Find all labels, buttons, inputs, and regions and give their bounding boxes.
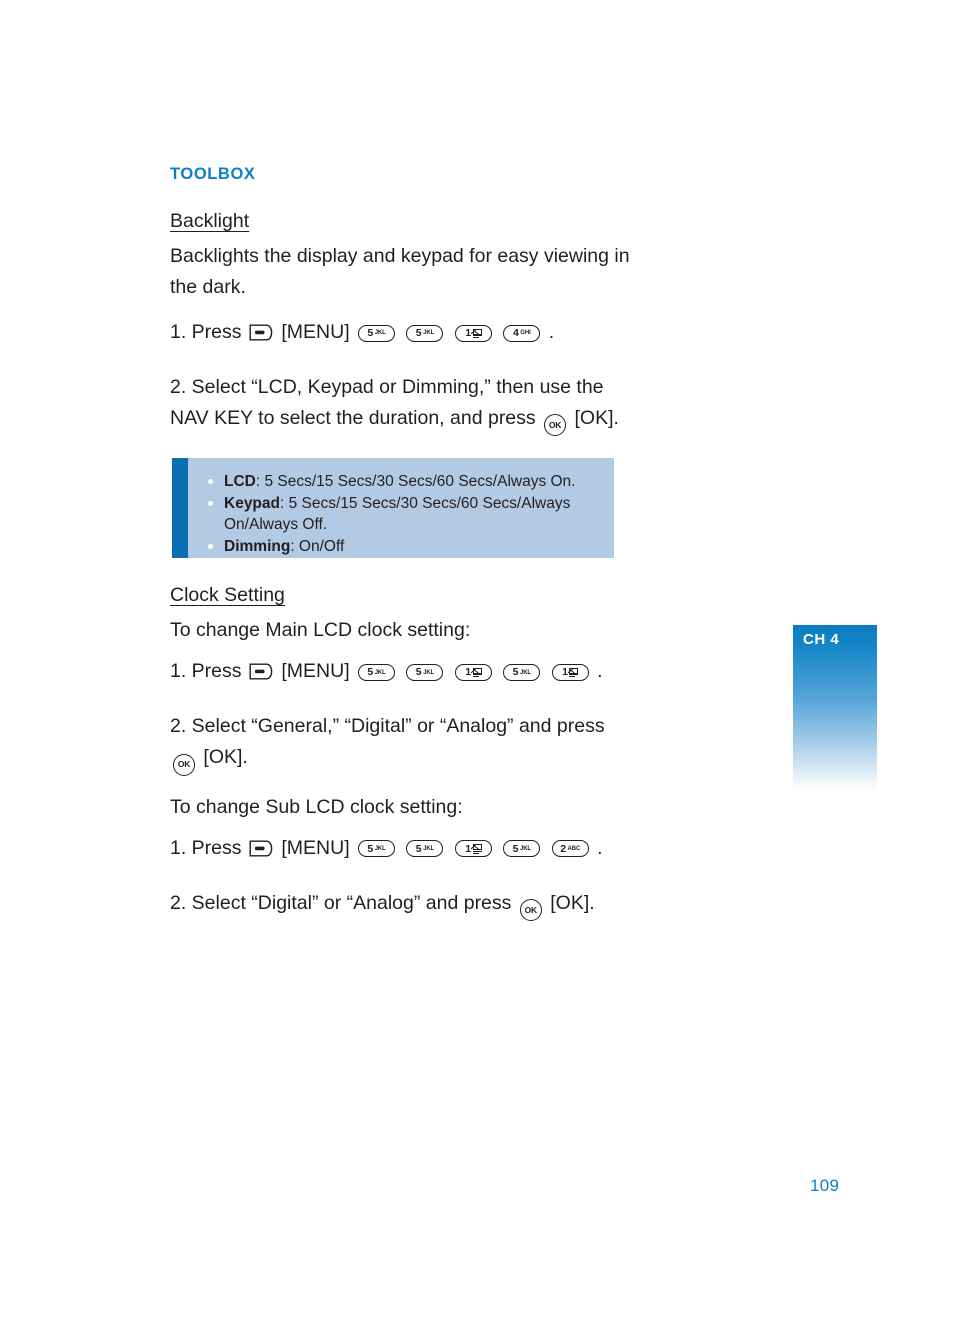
chapter-tab: CH 4 — [793, 625, 877, 790]
keypad-sequence: 5 JKL 5 JKL 1 5 JKL 1 — [355, 660, 597, 682]
callout-list: LCD: 5 Secs/15 Secs/30 Secs/60 Secs/Alwa… — [204, 471, 600, 557]
manual-page: TOOLBOX Backlight Backlights the display… — [0, 0, 954, 1334]
step-suffix: . — [548, 321, 555, 343]
step-suffix: . — [597, 836, 603, 859]
key-2-abc-icon: 2 ABC — [551, 840, 589, 858]
softkey-label: [MENU] — [281, 321, 350, 343]
sub-lcd-intro: To change Sub LCD clock setting: — [170, 795, 463, 818]
callout-body: LCD: 5 Secs/15 Secs/30 Secs/60 Secs/Alwa… — [188, 458, 614, 558]
page-number: 109 — [810, 1176, 840, 1195]
key-ok-icon: OK — [519, 898, 542, 921]
sub-lcd-step-2: 2. Select “Digital” or “Analog” and pres… — [170, 888, 630, 921]
keypad-sequence: 5 JKL 5 JKL 1 5 JKL 2 ABC — [355, 837, 597, 859]
step-prefix: 1. Press — [170, 660, 242, 683]
key-5-jkl-icon: 5 JKL — [406, 664, 444, 681]
key-5-jkl-icon: 5 JKL — [503, 664, 541, 681]
step-text-before: 2. Select “Digital” or “Analog” and pres… — [170, 891, 512, 914]
step-text-after: [OK]. — [203, 746, 248, 769]
softkey-label: [MENU] — [281, 836, 350, 859]
key-5-jkl-icon: 5 JKL — [358, 840, 396, 858]
callout-item-label: LCD — [224, 473, 256, 490]
clock-setting-heading: Clock Setting — [170, 584, 285, 607]
softkey-label: [MENU] — [281, 660, 350, 683]
step-suffix: . — [597, 660, 603, 683]
callout-item-label: Dimming — [224, 537, 291, 555]
note-callout: LCD: 5 Secs/15 Secs/30 Secs/60 Secs/Alwa… — [172, 458, 614, 558]
key-5-jkl-icon: 5 JKL — [406, 324, 444, 342]
main-lcd-step-1: 1. Press [MENU] 5 JKL 5 JKL 1 5 JKL 1 . — [170, 656, 630, 687]
step-text-before: 2. Select “LCD, Keypad or Dimming,” then… — [170, 376, 604, 429]
backlight-step-1: 1. Press [MENU] 5 JKL 5 JKL 1 4 GHI . — [170, 317, 630, 348]
callout-item-label: Keypad — [224, 494, 280, 512]
callout-accent-bar — [172, 458, 188, 558]
key-4-ghi-icon: 4 GHI — [503, 324, 541, 342]
key-5-jkl-icon: 5 JKL — [406, 840, 444, 858]
keypad-sequence: 5 JKL 5 JKL 1 4 GHI — [355, 321, 549, 343]
key-5-jkl-icon: 5 JKL — [358, 664, 396, 681]
backlight-description: Backlights the display and keypad for ea… — [170, 245, 630, 298]
main-lcd-intro: To change Main LCD clock setting: — [170, 619, 471, 642]
key-5-jkl-icon: 5 JKL — [503, 840, 541, 858]
key-1-message-icon: 1 — [454, 840, 492, 858]
key-ok-icon: OK — [544, 414, 567, 437]
step-prefix: 1. Press — [170, 836, 242, 859]
main-lcd-step-2: 2. Select “General,” “Digital” or “Analo… — [170, 711, 630, 776]
key-5-jkl-icon: 5 JKL — [358, 324, 396, 342]
key-ok-icon: OK — [173, 753, 195, 776]
callout-item-value: : On/Off — [290, 537, 345, 555]
key-1-message-icon: 1 — [454, 664, 492, 681]
callout-item-value: : 5 Secs/15 Secs/30 Secs/60 Secs/Always … — [255, 473, 576, 490]
chapter-tab-label: CH 4 — [803, 631, 840, 648]
step-text-after: [OK]. — [550, 891, 595, 914]
key-1-message-icon: 1 — [454, 324, 492, 342]
softkey-menu-icon — [249, 663, 273, 680]
softkey-menu-icon — [249, 324, 273, 341]
list-item: Keypad: 5 Secs/15 Secs/30 Secs/60 Secs/A… — [204, 493, 600, 536]
step-text-after: [OK]. — [574, 407, 619, 429]
list-item: Dimming: On/Off — [204, 536, 600, 558]
step-text-before: 2. Select “General,” “Digital” or “Analo… — [170, 715, 605, 738]
key-1-message-icon: 1 — [551, 664, 589, 681]
step-prefix: 1. Press — [170, 321, 242, 343]
backlight-heading: Backlight — [170, 210, 250, 232]
softkey-menu-icon — [249, 840, 273, 857]
backlight-step-2: 2. Select “LCD, Keypad or Dimming,” then… — [170, 372, 630, 437]
list-item: LCD: 5 Secs/15 Secs/30 Secs/60 Secs/Alwa… — [204, 471, 600, 493]
sub-lcd-step-1: 1. Press [MENU] 5 JKL 5 JKL 1 5 JKL 2 ABC . — [170, 833, 630, 864]
page-title: TOOLBOX — [170, 165, 256, 183]
